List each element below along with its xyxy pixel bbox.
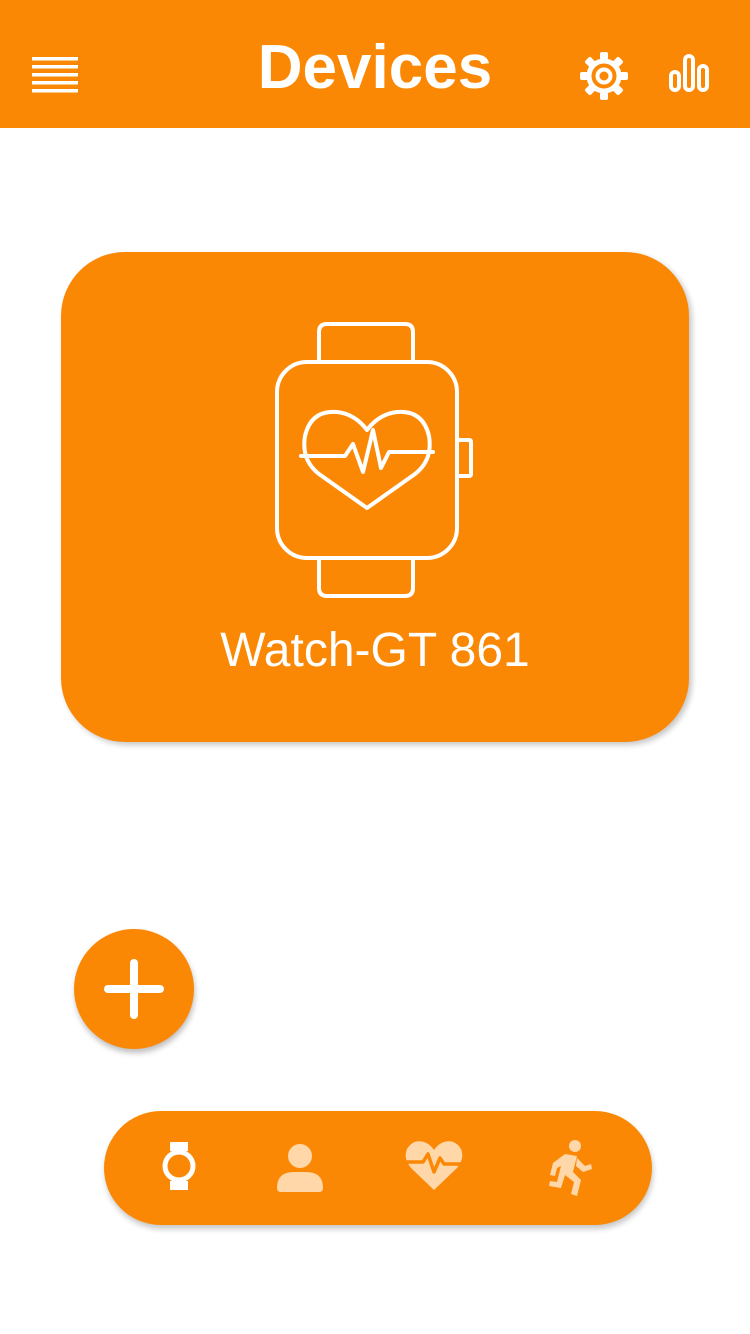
- page-title: Devices: [257, 33, 493, 102]
- heart-rate-icon: [403, 1141, 465, 1190]
- nav-item-activity[interactable]: [537, 1138, 601, 1198]
- gear-icon: [580, 52, 628, 100]
- nav-item-profile[interactable]: [268, 1138, 332, 1198]
- plus-icon: [104, 959, 164, 1019]
- running-icon: [549, 1140, 592, 1196]
- bottom-navigation: [104, 1111, 652, 1225]
- bar-chart-icon: [669, 54, 709, 92]
- smartwatch-heartbeat-icon: [275, 322, 473, 598]
- device-card[interactable]: Watch-GT 861: [61, 252, 689, 742]
- nav-item-devices[interactable]: [147, 1138, 211, 1198]
- settings-button[interactable]: [578, 50, 630, 102]
- device-name: Watch-GT 861: [220, 624, 530, 677]
- add-device-button[interactable]: [74, 929, 194, 1049]
- app-screen: Devices Watch-GT 861: [0, 0, 750, 1334]
- person-icon: [277, 1144, 323, 1192]
- statistics-button[interactable]: [664, 50, 714, 98]
- watch-icon: [162, 1142, 196, 1190]
- header-bar: Devices: [0, 0, 750, 128]
- nav-item-health[interactable]: [402, 1138, 466, 1198]
